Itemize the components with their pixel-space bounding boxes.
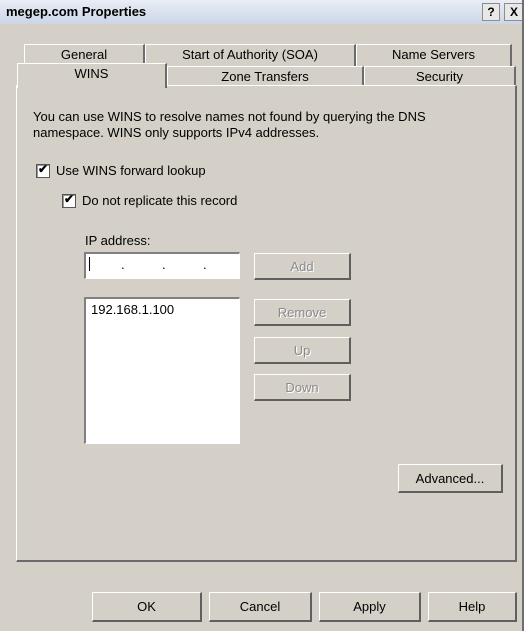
ip-address-input[interactable]: . . .	[84, 252, 240, 279]
ok-button[interactable]: OK	[92, 592, 202, 622]
use-wins-forward-lookup-row[interactable]: ✔ Use WINS forward lookup	[36, 161, 206, 178]
title-bar: megep.com Properties ? X	[0, 0, 524, 25]
list-item[interactable]: 192.168.1.100	[91, 302, 174, 317]
use-wins-forward-lookup-checkbox[interactable]: ✔	[36, 161, 50, 178]
help-icon[interactable]: ?	[482, 3, 500, 21]
checkmark-icon: ✔	[63, 191, 75, 206]
tab-start-of-authority[interactable]: Start of Authority (SOA)	[145, 44, 356, 66]
ip-address-label: IP address:	[85, 233, 151, 248]
do-not-replicate-label: Do not replicate this record	[82, 193, 238, 208]
wins-description: You can use WINS to resolve names not fo…	[33, 109, 426, 140]
window-title: megep.com Properties	[6, 4, 147, 19]
tab-name-servers[interactable]: Name Servers	[356, 44, 512, 66]
do-not-replicate-row[interactable]: ✔ Do not replicate this record	[62, 191, 238, 208]
text-caret	[89, 257, 90, 271]
ip-separator: .	[162, 257, 166, 272]
advanced-button[interactable]: Advanced...	[398, 464, 503, 493]
tab-wins[interactable]: WINS	[17, 63, 167, 88]
ip-separator: .	[203, 257, 207, 272]
cancel-button[interactable]: Cancel	[209, 592, 312, 622]
help-button[interactable]: Help	[428, 592, 517, 622]
checkmark-icon: ✔	[37, 161, 49, 176]
remove-button[interactable]: Remove	[254, 299, 351, 326]
ip-separator: .	[121, 257, 125, 272]
up-button[interactable]: Up	[254, 337, 351, 364]
use-wins-forward-lookup-label: Use WINS forward lookup	[56, 163, 206, 178]
do-not-replicate-checkbox[interactable]: ✔	[62, 191, 76, 208]
add-button[interactable]: Add	[254, 253, 351, 280]
close-icon[interactable]: X	[504, 3, 524, 21]
apply-button[interactable]: Apply	[319, 592, 421, 622]
ip-address-list[interactable]: 192.168.1.100	[84, 297, 240, 444]
down-button[interactable]: Down	[254, 374, 351, 401]
